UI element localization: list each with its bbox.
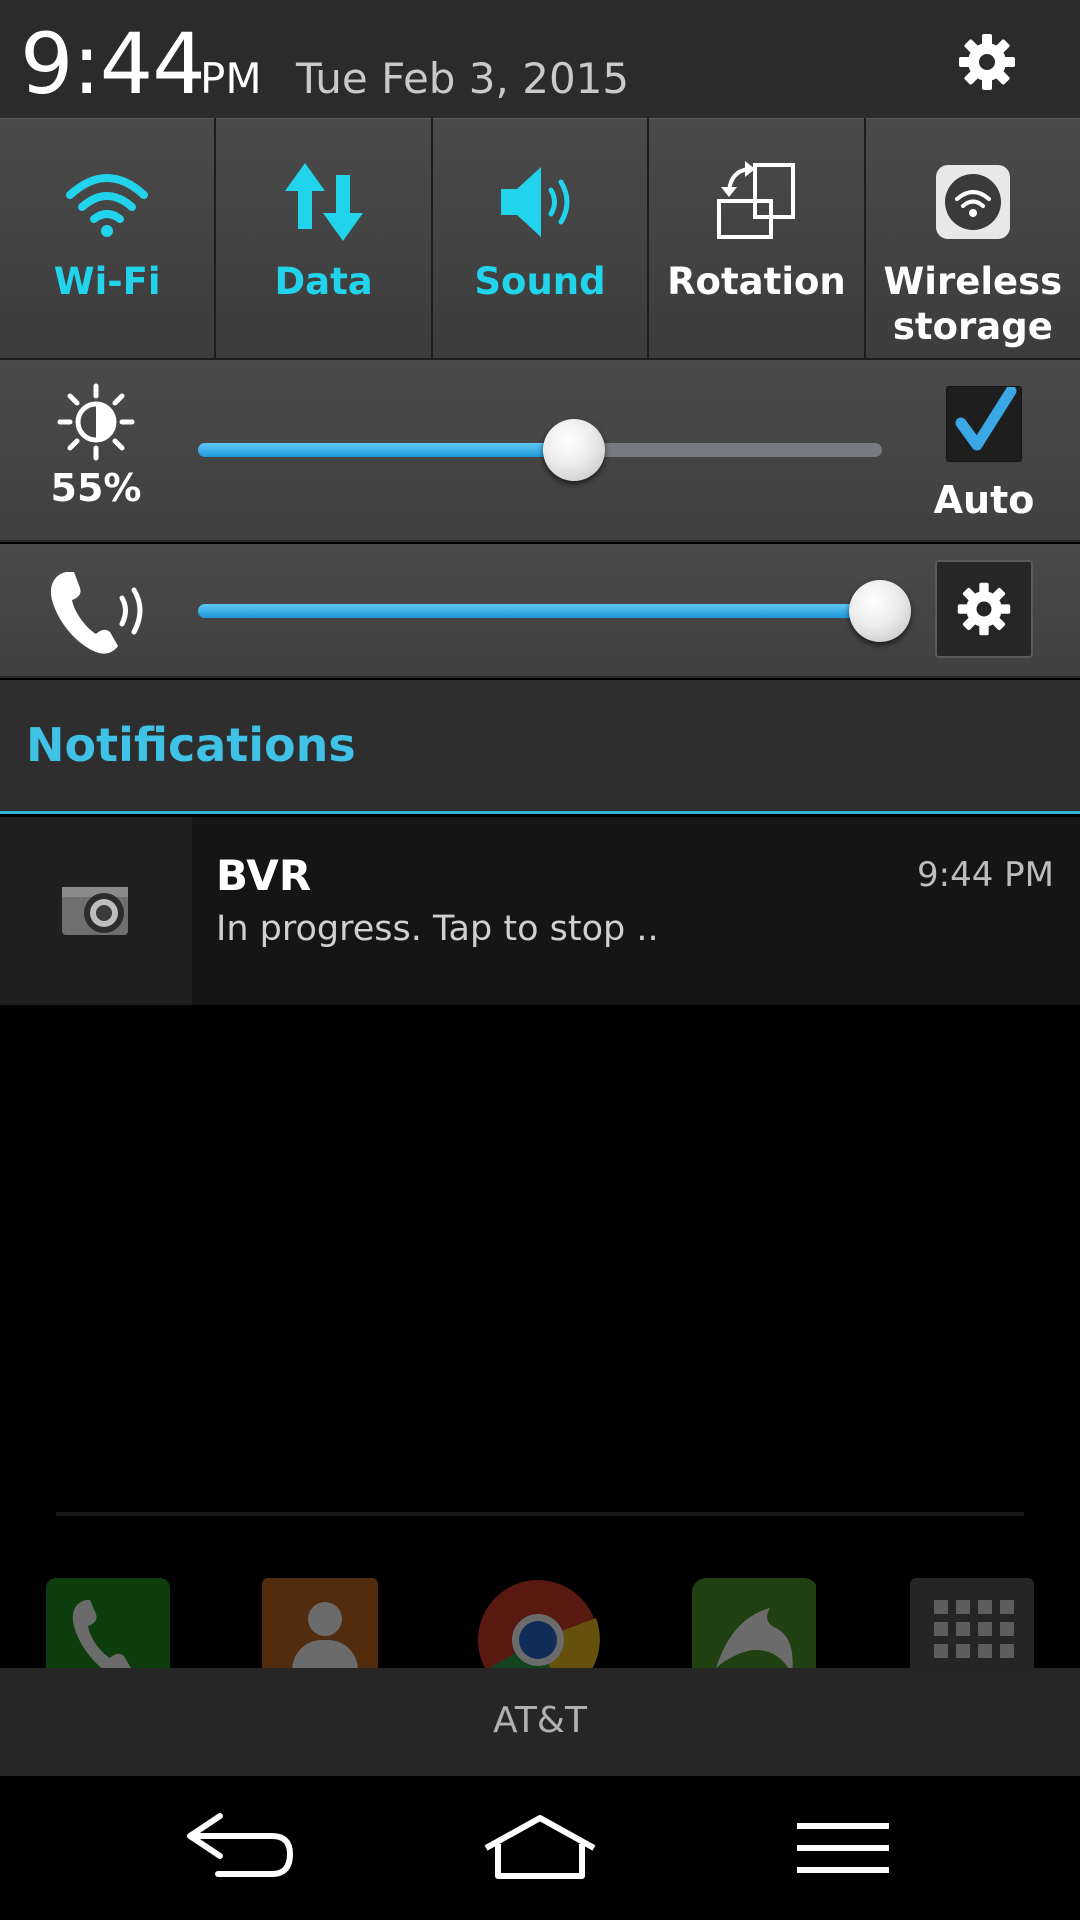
wifi-icon (66, 174, 149, 237)
status-header: 9:44 PM Tue Feb 3, 2015 (0, 0, 1080, 118)
notification-icon-box (0, 817, 192, 1005)
ringtone-volume-row (0, 544, 1080, 678)
toggle-label: Data (274, 260, 373, 303)
notification-text: In progress. Tap to stop .. (216, 909, 659, 949)
checkmark-icon (955, 387, 1017, 451)
brightness-slider-knob[interactable] (543, 419, 606, 481)
app-drawer-icon (910, 1578, 1034, 1668)
notification-app-name: BVR (216, 851, 312, 900)
rotation-icon (717, 161, 796, 239)
brightness-row: 55% Auto (0, 360, 1080, 542)
toggle-label: Rotation (667, 260, 846, 303)
data-arrows-icon (284, 163, 363, 241)
toggle-data[interactable]: Data (216, 118, 431, 358)
auto-brightness-checkbox[interactable] (946, 386, 1022, 462)
notification-item[interactable]: BVR 9:44 PM In progress. Tap to stop .. (0, 817, 1080, 1005)
volume-slider[interactable] (198, 580, 911, 642)
home-icon[interactable] (480, 1806, 600, 1890)
menu-icon[interactable] (783, 1806, 903, 1890)
navigation-bar (0, 1776, 1080, 1920)
sound-settings-button[interactable] (935, 560, 1033, 658)
speaker-icon (501, 167, 570, 237)
toggle-label: Wi-Fi (53, 260, 161, 303)
volume-slider-fill (198, 604, 886, 618)
chrome-app-icon (476, 1578, 600, 1668)
gear-icon (957, 582, 1011, 636)
clock-time: 9:44 (20, 15, 206, 113)
date-label: Tue Feb 3, 2015 (296, 54, 630, 103)
camera-icon (62, 887, 128, 935)
brightness-percent: 55% (50, 466, 142, 510)
brightness-slider-fill (198, 443, 575, 457)
toggle-label: Sound (474, 260, 606, 303)
dolphin-browser-icon (692, 1578, 816, 1668)
back-icon[interactable] (180, 1806, 300, 1890)
auto-brightness-label: Auto (933, 478, 1035, 522)
settings-gear-icon[interactable] (955, 30, 1019, 94)
contacts-app-icon (262, 1578, 386, 1668)
toggle-label: Wireless storage (883, 260, 1063, 348)
phone-ringer-icon (50, 572, 143, 654)
wireless-storage-icon (935, 165, 1010, 239)
phone-app-icon (46, 1578, 170, 1668)
notification-time: 9:44 PM (917, 855, 1054, 895)
toggle-rotation[interactable]: Rotation (649, 118, 864, 358)
clock-ampm: PM (200, 54, 262, 103)
toggle-wifi[interactable]: Wi-Fi (0, 118, 215, 358)
toggle-wireless-storage[interactable]: Wireless storage (865, 118, 1080, 358)
volume-slider-knob[interactable] (849, 580, 911, 642)
notifications-title: Notifications (26, 718, 356, 772)
home-dock-divider (56, 1512, 1024, 1516)
toggle-sound[interactable]: Sound (432, 118, 648, 358)
quick-settings-toggles: Wi-Fi Data Sound Rotation Wireless stora… (0, 118, 1080, 360)
notifications-header: Notifications (0, 680, 1080, 814)
carrier-bar: AT&T (0, 1668, 1080, 1776)
brightness-slider[interactable] (198, 419, 882, 481)
carrier-name: AT&T (493, 1700, 587, 1741)
brightness-sun-icon (57, 383, 135, 461)
